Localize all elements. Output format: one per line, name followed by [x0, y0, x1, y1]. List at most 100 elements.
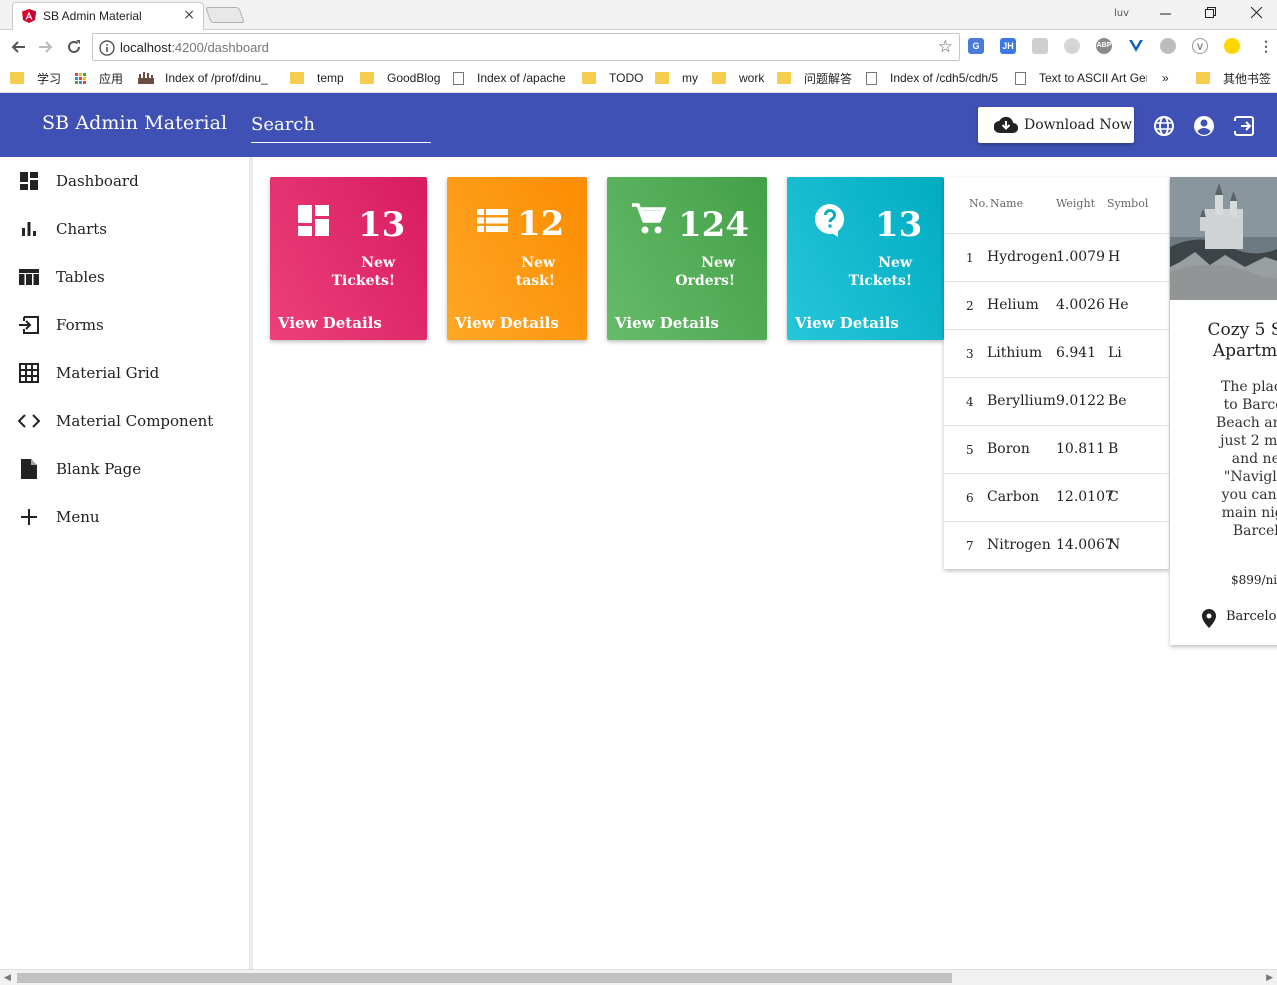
bookmark-item[interactable]: 问题解答: [777, 70, 852, 86]
column-header-weight[interactable]: Weight: [1056, 197, 1095, 210]
bookmark-item[interactable]: my: [655, 70, 698, 86]
table-row[interactable]: 4 Beryllium 9.0122 Be: [944, 377, 1169, 425]
scroll-right-icon[interactable]: ▶: [1266, 973, 1273, 983]
bookmark-item[interactable]: Index of /prof/dinu_: [138, 70, 268, 86]
column-header-symbol[interactable]: Symbol: [1107, 197, 1148, 210]
bookmark-item[interactable]: Index of /apache: [453, 70, 566, 86]
bookmark-label: work: [739, 71, 765, 85]
stat-card-tickets-2: 13 New Tickets! View Details: [787, 177, 944, 340]
tab-close-icon[interactable]: ×: [183, 7, 195, 23]
forward-button[interactable]: [35, 36, 57, 58]
extension-icon[interactable]: [1160, 38, 1176, 54]
sidebar-item-menu[interactable]: Menu: [0, 493, 250, 541]
download-now-button[interactable]: Download Now: [978, 107, 1134, 143]
cell-name: Nitrogen: [987, 537, 1051, 553]
bookmarks-bar: 学习 应用 Index of /prof/dinu_ temp GoodBlog…: [0, 64, 1277, 93]
adblock-extension-icon[interactable]: ABP: [1096, 38, 1112, 54]
sidebar-item-material-grid[interactable]: Material Grid: [0, 349, 250, 397]
vue-extension-icon[interactable]: [1128, 38, 1144, 54]
sidebar-item-blank-page[interactable]: Blank Page: [0, 445, 250, 493]
bookmark-star-icon[interactable]: ☆: [938, 38, 953, 56]
table-row[interactable]: 6 Carbon 12.0107 C: [944, 473, 1169, 521]
vimium-extension-icon[interactable]: V: [1192, 38, 1208, 54]
search-input[interactable]: [251, 109, 431, 139]
bars-favicon-icon: [138, 72, 154, 84]
profile-badge[interactable]: luv: [1114, 8, 1129, 19]
stat-count: 12: [517, 204, 565, 244]
reload-button[interactable]: [63, 36, 85, 58]
address-bar[interactable]: localhost:4200/dashboard ☆: [92, 33, 960, 61]
bookmark-item[interactable]: TODO: [582, 70, 643, 86]
info-icon[interactable]: [99, 40, 115, 56]
extension-icon[interactable]: [1032, 38, 1048, 54]
bookmark-item[interactable]: 学习: [10, 70, 61, 86]
column-header-no[interactable]: No.: [969, 197, 989, 210]
horizontal-scrollbar[interactable]: ◀ ▶: [0, 969, 1277, 985]
cell-weight: 4.0026: [1056, 297, 1105, 313]
more-bookmarks-button[interactable]: »: [1162, 70, 1169, 86]
logout-icon[interactable]: [1233, 115, 1255, 137]
view-details-link[interactable]: View Details: [455, 314, 559, 332]
close-window-icon[interactable]: [1251, 7, 1263, 19]
sidebar-item-material-component[interactable]: Material Component: [0, 397, 250, 445]
extension-icon[interactable]: [1224, 38, 1240, 54]
listing-title: Cozy 5 S Apartm: [1207, 320, 1277, 361]
extension-icon[interactable]: [1064, 38, 1080, 54]
table-row[interactable]: 3 Lithium 6.941 Li: [944, 329, 1169, 377]
jsonhandle-extension-icon[interactable]: JH: [1000, 38, 1016, 54]
listing-card: Cozy 5 S Apartm The place i to Barcelo B…: [1170, 177, 1277, 645]
table-row[interactable]: 5 Boron 10.811 B: [944, 425, 1169, 473]
language-globe-icon[interactable]: [1153, 115, 1175, 137]
view-details-link[interactable]: View Details: [615, 314, 719, 332]
view-details-link[interactable]: View Details: [795, 314, 899, 332]
cell-weight: 9.0122: [1056, 393, 1105, 409]
sidebar-item-label: Menu: [56, 508, 100, 526]
minimize-icon[interactable]: [1160, 8, 1172, 20]
cell-symbol: Be: [1108, 393, 1127, 409]
table-row[interactable]: 1 Hydrogen 1.0079 H: [944, 233, 1169, 281]
sidebar-item-label: Charts: [56, 220, 107, 238]
translate-extension-icon[interactable]: G: [968, 38, 984, 54]
brand-title[interactable]: SB Admin Material: [42, 112, 227, 134]
bookmark-item[interactable]: temp: [290, 70, 344, 86]
stat-card-orders: 124 New Orders! View Details: [607, 177, 767, 340]
bookmark-item[interactable]: Index of /cdh5/cdh/5: [866, 70, 998, 86]
bookmark-item[interactable]: 应用: [75, 70, 123, 86]
bookmark-label: temp: [317, 71, 344, 85]
scrollbar-thumb[interactable]: [17, 973, 952, 983]
bookmark-label: 其他书签: [1223, 71, 1272, 86]
restore-icon[interactable]: [1205, 7, 1217, 19]
stat-card-tasks: 12 New task! View Details: [447, 177, 587, 340]
page-icon: [866, 71, 877, 85]
column-header-name[interactable]: Name: [990, 197, 1023, 210]
arrow-left-icon: [11, 41, 25, 53]
table-row[interactable]: 2 Helium 4.0026 He: [944, 281, 1169, 329]
bookmark-label: 问题解答: [804, 71, 853, 86]
account-circle-icon[interactable]: [1193, 115, 1215, 137]
sidebar-item-forms[interactable]: Forms: [0, 301, 250, 349]
sidebar-item-dashboard[interactable]: Dashboard: [0, 157, 250, 205]
listing-price: $899/nig: [1231, 573, 1277, 587]
stat-label: New Tickets!: [331, 255, 395, 289]
bookmark-item[interactable]: Text to ASCII Art Gen: [1015, 70, 1147, 86]
bookmark-item[interactable]: GoodBlog: [360, 70, 440, 86]
view-details-link[interactable]: View Details: [278, 314, 382, 332]
stat-label: New task!: [515, 255, 555, 289]
sidebar-item-label: Dashboard: [56, 172, 139, 190]
bookmark-item[interactable]: 其他书签: [1196, 70, 1271, 86]
table-row[interactable]: 7 Nitrogen 14.0067 N: [944, 521, 1169, 569]
sidebar-item-tables[interactable]: Tables: [0, 253, 250, 301]
bookmark-item[interactable]: work: [712, 70, 764, 86]
sidebar-item-charts[interactable]: Charts: [0, 205, 250, 253]
bookmark-label: Index of /apache: [477, 71, 566, 85]
cell-weight: 1.0079: [1056, 249, 1105, 265]
new-tab-button[interactable]: [205, 7, 245, 23]
table-icon: [18, 266, 40, 288]
chrome-menu-icon[interactable]: ⋮: [1258, 38, 1274, 54]
scroll-left-icon[interactable]: ◀: [4, 973, 11, 983]
download-label: Download Now: [1024, 117, 1132, 133]
browser-tab[interactable]: SB Admin Material ×: [12, 2, 204, 30]
back-button[interactable]: [7, 36, 29, 58]
folder-icon: [712, 72, 726, 84]
cell-name: Helium: [987, 297, 1039, 313]
